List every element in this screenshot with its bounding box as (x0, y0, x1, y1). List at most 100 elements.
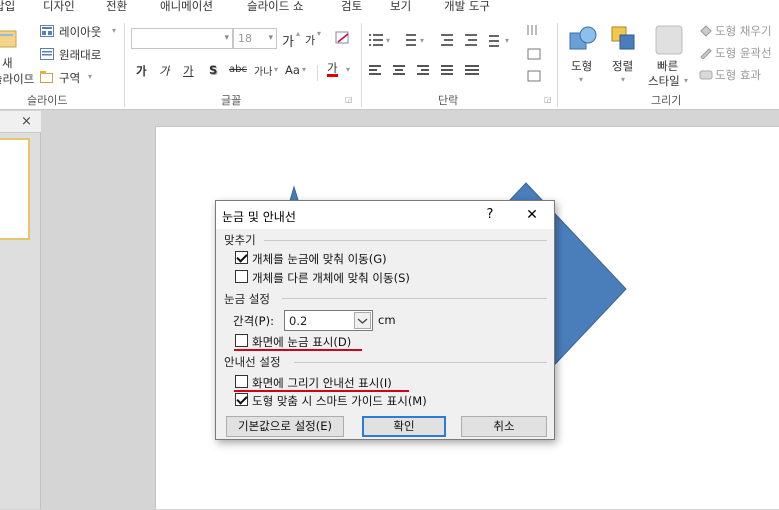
snap-grid-label[interactable]: 개체를 눈금에 맞춰 이동(G) (252, 251, 387, 267)
change-case-button[interactable]: Aa (285, 63, 300, 77)
paragraph-dialog-launcher-icon[interactable]: ◲ (544, 95, 552, 104)
slides-group-label: 슬라이드 (27, 94, 68, 107)
snap-objects-label[interactable]: 개체를 다른 개체에 맞춰 이동(S) (252, 270, 410, 286)
section-label: 구역 (59, 71, 81, 85)
font-size-dropdown-icon: ▾ (268, 33, 273, 43)
drawing-group-label: 그리기 (651, 94, 682, 107)
quick-styles-button[interactable]: 빠른 스타일 ▾ (647, 23, 691, 91)
font-color-button[interactable]: 가 (327, 62, 338, 77)
numbering-dropdown-icon[interactable]: ▾ (420, 36, 424, 45)
arrange-dropdown-icon: ▾ (621, 75, 626, 84)
text-direction-align-icons[interactable] (526, 23, 544, 87)
ok-button[interactable]: 확인 (362, 416, 446, 437)
snap-section-label: 맞추기 (224, 233, 256, 247)
reset-icon (40, 48, 54, 60)
shapes-dropdown-icon: ▾ (579, 75, 584, 84)
shapes-button[interactable]: 도형 ▾ (563, 23, 601, 87)
snap-grid-checkbox[interactable] (235, 251, 248, 264)
slides-panel: × (0, 111, 41, 509)
effects-icon (699, 70, 713, 80)
tab-animations[interactable]: 애니메이션 (160, 0, 213, 19)
strikethrough-button[interactable]: abc (229, 64, 247, 75)
bold-button[interactable]: 가 (136, 63, 147, 79)
new-slide-button[interactable]: 새 슬라이드 ▾ (0, 23, 34, 86)
arrange-button[interactable]: 정렬 ▾ (605, 23, 643, 87)
tab-developer[interactable]: 개발 도구 (444, 0, 490, 19)
group-separator (361, 23, 362, 107)
display-guides-checkbox[interactable] (235, 375, 248, 388)
font-inline-separator (317, 65, 318, 81)
shape-fill-button[interactable]: 도형 채우기 (697, 22, 779, 40)
shape-outline-button[interactable]: 도형 윤곽선 (697, 44, 779, 62)
spacing-dropdown-icon: ▾ (274, 65, 279, 74)
grid-section-label: 눈금 설정 (224, 292, 270, 306)
group-separator (557, 23, 558, 107)
character-spacing-button[interactable]: 가나 (254, 63, 272, 78)
tab-insert[interactable]: 삽입 (0, 0, 15, 19)
set-as-default-button[interactable]: 기본값으로 설정(E) (226, 416, 344, 437)
grow-font-arrow-icon: ▴ (296, 29, 301, 38)
arrange-icon (611, 26, 635, 50)
display-grid-label[interactable]: 화면에 눈금 표시(D) (252, 334, 351, 350)
cancel-button[interactable]: 취소 (461, 416, 547, 437)
smart-guides-label[interactable]: 도형 맞춤 시 스마트 가이드 표시(M) (252, 393, 427, 409)
spacing-dropdown-button[interactable] (354, 312, 371, 329)
dialog-title: 눈금 및 안내선 (222, 210, 296, 224)
grow-font-button[interactable]: 가 (282, 31, 294, 50)
tab-view[interactable]: 보기 (390, 0, 411, 19)
section-divider (282, 298, 547, 299)
font-group-label: 글꼴 (221, 94, 242, 107)
shadow-button[interactable]: S (209, 63, 217, 77)
section-dropdown-icon: ▾ (88, 72, 93, 81)
red-annotation-underline (234, 390, 409, 392)
red-annotation-underline (234, 349, 362, 351)
spacing-unit: cm (378, 313, 396, 327)
tab-slideshow[interactable]: 슬라이드 쇼 (247, 0, 304, 19)
reset-button[interactable]: 원래대로 (40, 46, 120, 64)
line-spacing-dropdown-icon[interactable]: ▾ (505, 36, 509, 45)
font-dialog-launcher-icon[interactable]: ◲ (345, 95, 353, 104)
shape-fill-label: 도형 채우기 (715, 24, 772, 38)
shape-outline-label: 도형 윤곽선 (715, 46, 772, 60)
slide-thumbnail[interactable] (0, 138, 30, 240)
underline-button[interactable]: 가 (183, 63, 194, 79)
clear-formatting-icon[interactable] (334, 29, 352, 47)
quick-styles-label-1: 빠른 (657, 59, 679, 73)
display-guides-label[interactable]: 화면에 그리기 안내선 표시(I) (252, 375, 392, 391)
quick-styles-icon (655, 25, 683, 55)
close-icon[interactable]: ✕ (522, 205, 542, 225)
paint-bucket-icon (700, 25, 712, 37)
shape-effects-button[interactable]: 도형 효과 (697, 66, 779, 84)
quick-styles-dropdown-icon: ▾ (684, 76, 689, 85)
font-color-dropdown-icon: ▾ (346, 65, 351, 74)
tab-design[interactable]: 디자인 (43, 0, 75, 19)
help-icon[interactable]: ? (480, 205, 500, 225)
group-separator (124, 23, 125, 107)
tab-transitions[interactable]: 전환 (106, 0, 127, 19)
dialog-titlebar: 눈금 및 안내선 ? ✕ (216, 201, 554, 229)
tab-review[interactable]: 검토 (341, 0, 362, 19)
layout-button[interactable]: 레이아웃 ▾ (40, 23, 120, 41)
panel-close-icon[interactable]: × (21, 114, 32, 129)
italic-button[interactable]: 가 (159, 63, 170, 79)
font-size-combo[interactable]: 18 ▾ (233, 28, 277, 49)
shapes-icon (569, 26, 597, 50)
quick-styles-label-2: 스타일 (648, 74, 680, 88)
snap-objects-checkbox[interactable] (235, 270, 248, 283)
spacing-value: 0.2 (289, 314, 308, 328)
grid-and-guides-dialog: 눈금 및 안내선 ? ✕ 맞추기 개체를 눈금에 맞춰 이동(G) 개체를 다른… (215, 200, 555, 440)
spacing-combo[interactable]: 0.2 (284, 310, 373, 331)
shrink-font-button[interactable]: 가 (305, 32, 315, 48)
font-name-combo[interactable]: ▾ (131, 28, 233, 49)
font-name-dropdown-icon: ▾ (224, 33, 229, 43)
smart-guides-checkbox[interactable] (235, 393, 248, 406)
new-slide-dropdown-icon[interactable]: ▾ (29, 73, 33, 82)
section-icon (40, 71, 53, 83)
font-size-value: 18 (238, 32, 252, 45)
bullets-dropdown-icon[interactable]: ▾ (386, 36, 390, 45)
alignment-icons[interactable] (369, 65, 519, 77)
pencil-icon (700, 48, 712, 59)
section-button[interactable]: 구역 ▾ (40, 69, 120, 87)
display-grid-checkbox[interactable] (235, 334, 248, 347)
layout-label: 레이아웃 (59, 25, 102, 39)
